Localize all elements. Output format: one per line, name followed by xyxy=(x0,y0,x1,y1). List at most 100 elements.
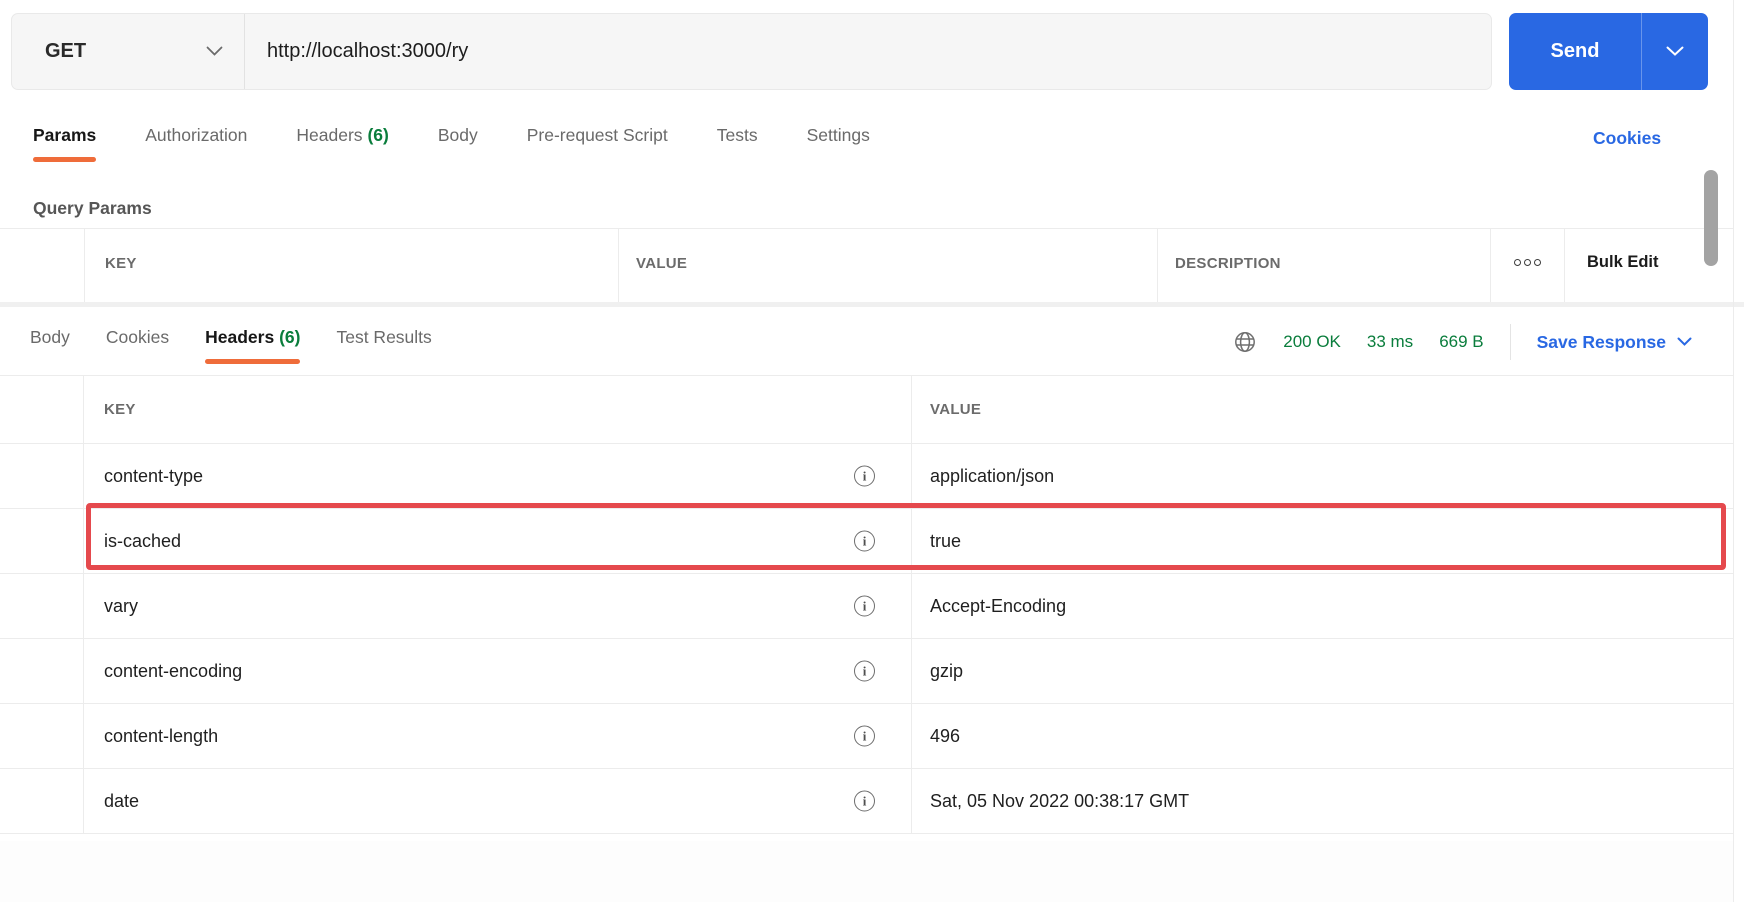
pane-splitter[interactable] xyxy=(0,302,1744,307)
column-header-key: KEY xyxy=(84,376,912,443)
table-header-row: KEY VALUE xyxy=(0,376,1733,444)
column-header-value: VALUE xyxy=(930,401,982,418)
tab-tests[interactable]: Tests xyxy=(717,124,758,162)
tab-authorization[interactable]: Authorization xyxy=(145,124,247,162)
chevron-down-icon xyxy=(1677,337,1692,347)
tab-label: Tests xyxy=(716,125,758,145)
info-icon[interactable]: i xyxy=(854,530,875,552)
tab-params[interactable]: Params xyxy=(33,124,97,162)
save-response-button[interactable]: Save Response xyxy=(1537,332,1692,353)
request-tabs: Params Authorization Headers (6) Body Pr… xyxy=(33,124,870,162)
send-options-button[interactable] xyxy=(1642,13,1708,90)
status-code: 200 OK xyxy=(1283,332,1341,351)
tab-body[interactable]: Body xyxy=(438,124,478,162)
info-icon[interactable]: i xyxy=(854,725,875,747)
header-key: content-encoding xyxy=(104,660,243,681)
info-icon[interactable]: i xyxy=(854,595,875,617)
row-gutter xyxy=(0,704,84,768)
dot xyxy=(1534,259,1541,266)
checkbox-column xyxy=(0,376,84,443)
header-key-cell: content-type i xyxy=(84,444,912,508)
status-size: 669 B xyxy=(1439,332,1484,351)
row-gutter xyxy=(0,639,84,703)
header-key-cell: is-cached i xyxy=(84,509,912,573)
tab-label: Settings xyxy=(806,125,870,145)
request-url-bar: GET xyxy=(11,13,1492,90)
info-icon[interactable]: i xyxy=(854,660,875,682)
tab-label: Headers xyxy=(296,125,363,145)
row-gutter xyxy=(0,444,84,508)
tab-response-headers[interactable]: Headers (6) xyxy=(205,326,301,364)
send-button-label: Send xyxy=(1550,40,1600,62)
header-key-cell: date i xyxy=(84,769,912,833)
table-row: content-length i 496 xyxy=(0,704,1733,769)
cookies-link[interactable]: Cookies xyxy=(1593,128,1661,149)
column-header-description: DESCRIPTION xyxy=(1157,229,1490,302)
header-value-cell: true xyxy=(930,530,962,551)
table-row: vary i Accept-Encoding xyxy=(0,574,1733,639)
info-icon[interactable]: i xyxy=(854,465,875,487)
header-key: date xyxy=(104,790,140,811)
dot xyxy=(1514,259,1521,266)
tab-label: Params xyxy=(33,125,97,145)
header-key-cell: content-length i xyxy=(84,704,912,768)
header-key-cell: vary i xyxy=(84,574,912,638)
header-key: is-cached xyxy=(104,530,182,551)
chevron-down-icon xyxy=(1666,46,1684,57)
row-gutter xyxy=(0,509,84,573)
send-button[interactable]: Send xyxy=(1509,13,1642,90)
divider xyxy=(1509,324,1511,360)
tab-label: Body xyxy=(437,125,478,145)
table-row: content-encoding i gzip xyxy=(0,639,1733,704)
tab-label: Body xyxy=(30,327,70,347)
response-headers-table: KEY VALUE content-type i application/jso… xyxy=(0,375,1733,834)
tab-pre-request-script[interactable]: Pre-request Script xyxy=(527,124,668,162)
column-header-value: VALUE xyxy=(618,229,1157,302)
status-time: 33 ms xyxy=(1366,332,1414,351)
header-key: vary xyxy=(104,595,139,616)
save-response-label: Save Response xyxy=(1536,331,1666,352)
tab-test-results[interactable]: Test Results xyxy=(336,326,431,364)
more-options-icon[interactable] xyxy=(1490,229,1564,302)
url-input[interactable] xyxy=(245,14,1491,89)
send-split-button: Send xyxy=(1509,13,1708,90)
method-label: GET xyxy=(45,40,87,62)
header-value-cell: Accept-Encoding xyxy=(930,595,1067,616)
empty-area xyxy=(0,841,1733,902)
tab-label: Authorization xyxy=(145,125,248,145)
query-params-table: KEY VALUE DESCRIPTION Bulk Edit xyxy=(0,228,1733,302)
rest-client-window: GET Send Params Authorization Headers (6… xyxy=(0,0,1744,902)
header-key: content-type xyxy=(104,465,204,486)
tab-headers[interactable]: Headers (6) xyxy=(296,124,388,162)
row-gutter xyxy=(0,769,84,833)
header-value-cell: 496 xyxy=(930,725,961,746)
response-tabs: Body Cookies Headers (6) Test Results xyxy=(30,326,432,364)
query-params-title: Query Params xyxy=(33,198,152,218)
tab-count-badge: (6) xyxy=(279,327,301,347)
tab-response-cookies[interactable]: Cookies xyxy=(106,326,169,364)
scrollbar-thumb[interactable] xyxy=(1704,170,1718,266)
dot xyxy=(1524,259,1531,266)
row-gutter xyxy=(0,574,84,638)
tab-label: Test Results xyxy=(336,327,432,347)
column-header-key: KEY xyxy=(84,229,618,302)
scrollbar-track xyxy=(1733,0,1734,902)
tab-label: Pre-request Script xyxy=(526,125,668,145)
header-value-cell: application/json xyxy=(930,465,1055,486)
chevron-down-icon xyxy=(206,46,223,57)
header-value-cell: Sat, 05 Nov 2022 00:38:17 GMT xyxy=(930,790,1190,811)
tab-label: Cookies xyxy=(105,327,170,347)
tab-response-body[interactable]: Body xyxy=(30,326,70,364)
table-row-highlighted: is-cached i true xyxy=(0,509,1733,574)
tab-count-badge: (6) xyxy=(367,125,389,145)
method-select[interactable]: GET xyxy=(12,14,245,89)
tab-label: Headers xyxy=(205,327,275,347)
bulk-edit-label: Bulk Edit xyxy=(1587,253,1659,271)
tab-settings[interactable]: Settings xyxy=(807,124,870,162)
table-row: date i Sat, 05 Nov 2022 00:38:17 GMT xyxy=(0,769,1733,834)
table-row: content-type i application/json xyxy=(0,444,1733,509)
header-key: content-length xyxy=(104,725,219,746)
info-icon[interactable]: i xyxy=(854,790,875,812)
globe-icon[interactable] xyxy=(1233,330,1257,354)
header-value-cell: gzip xyxy=(930,660,964,681)
